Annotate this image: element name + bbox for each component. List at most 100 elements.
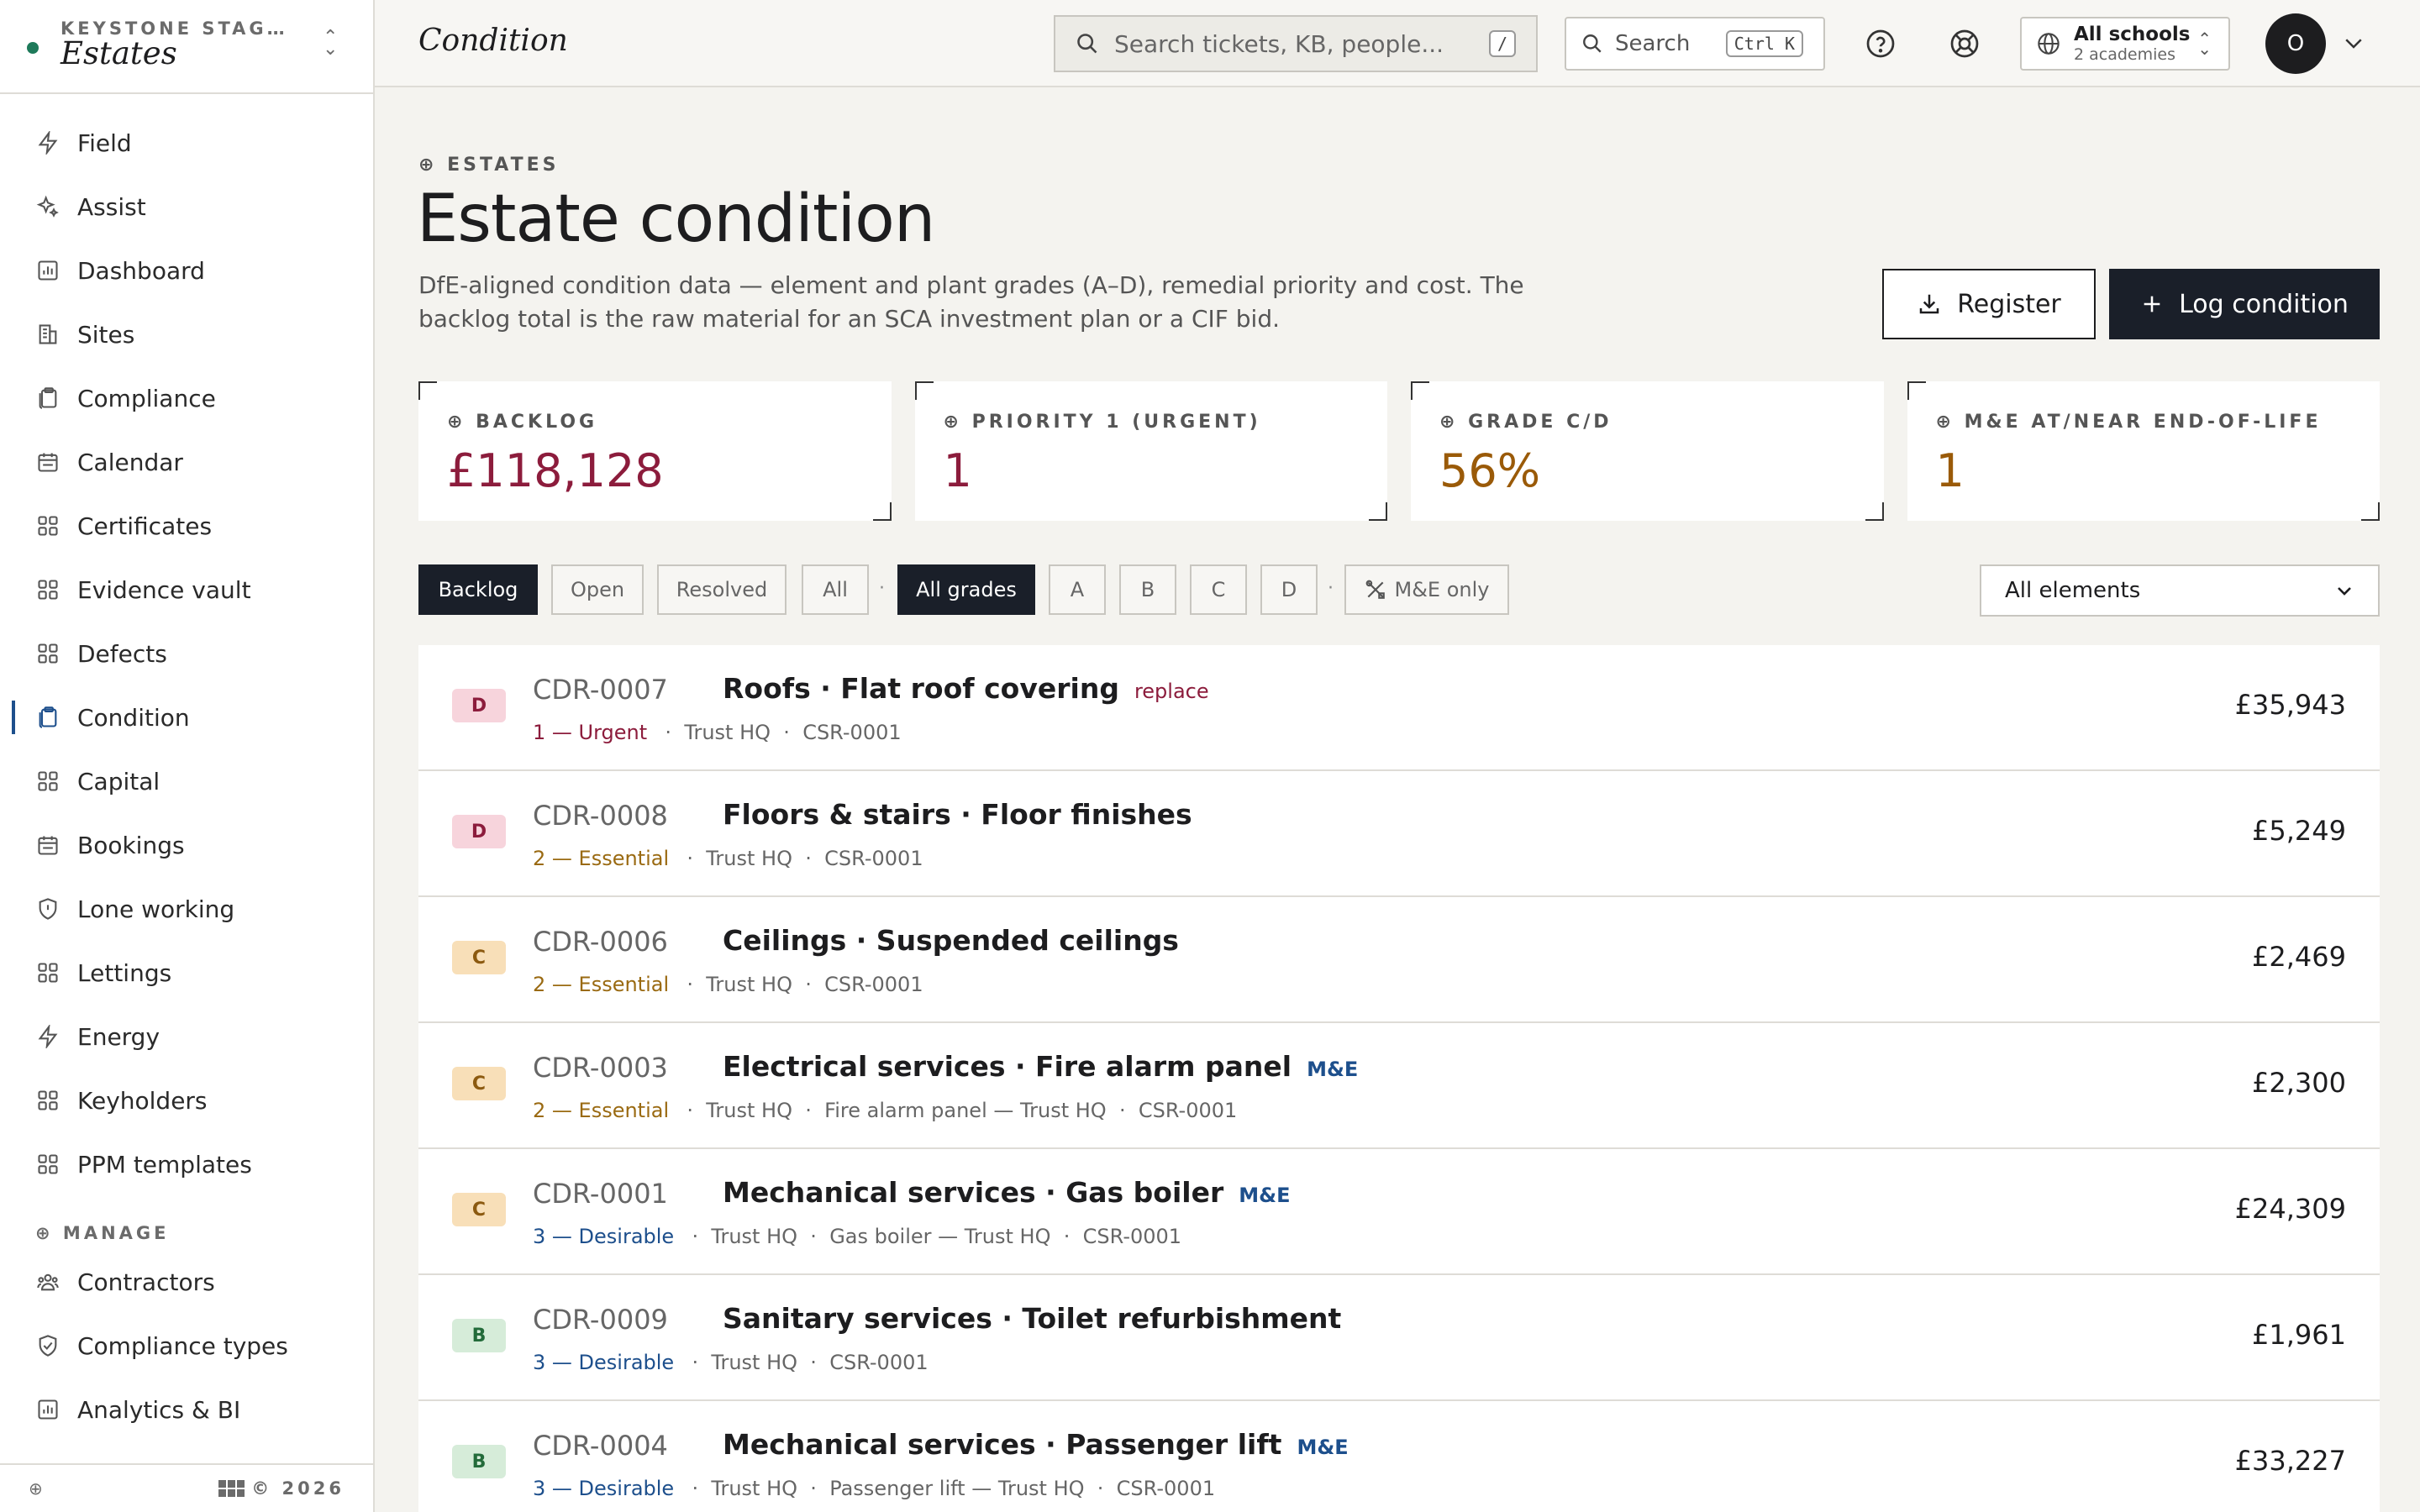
row-tag: M&E xyxy=(1297,1436,1349,1459)
sidebar-item-assist[interactable]: Assist xyxy=(0,175,373,239)
support-lifebuoy-icon[interactable] xyxy=(1946,25,1983,62)
stat-label: ⊕ M&E AT/NEAR END-OF-LIFE xyxy=(1935,412,2322,433)
sidebar-item-label: Field xyxy=(77,129,132,157)
sidebar-item-lone-working[interactable]: Lone working xyxy=(0,877,373,941)
sidebar-item-dashboard[interactable]: Dashboard xyxy=(0,239,373,302)
chart-icon xyxy=(35,1397,60,1422)
scope-title: All schools xyxy=(2074,24,2191,45)
sidebar-item-energy[interactable]: Energy xyxy=(0,1005,373,1068)
filter-separator: · xyxy=(879,578,885,599)
command-shortcut: Ctrl K xyxy=(1725,30,1803,57)
sidebar-item-keyholders[interactable]: Keyholders xyxy=(0,1068,373,1132)
shield-icon xyxy=(35,896,60,921)
priority-label: 1 — Urgent xyxy=(533,721,648,744)
sidebar-item-bookings[interactable]: Bookings xyxy=(0,813,373,877)
sidebar-item-ppm-templates[interactable]: PPM templates xyxy=(0,1132,373,1196)
filter-grade-all[interactable]: All grades xyxy=(897,564,1035,615)
table-row[interactable]: C CDR-0006 Ceilings · Suspended ceilings 2 … xyxy=(418,897,2380,1023)
sidebar-item-compliance[interactable]: Compliance xyxy=(0,366,373,430)
command-search-button[interactable]: Search Ctrl K xyxy=(1565,17,1825,71)
row-cost: £1,961 xyxy=(2252,1319,2346,1351)
row-meta: CSR-0001 xyxy=(802,721,902,744)
filter-grade-b[interactable]: B xyxy=(1119,564,1176,615)
table-row[interactable]: D CDR-0007 Roofs · Flat roof covering repla… xyxy=(418,645,2380,771)
sidebar-item-capital[interactable]: Capital xyxy=(0,749,373,813)
grade-badge: C xyxy=(452,1067,506,1100)
chevron-down-icon xyxy=(2338,587,2351,596)
filter-status-backlog[interactable]: Backlog xyxy=(418,564,538,615)
row-meta: Trust HQ xyxy=(706,1099,792,1122)
row-id: CDR-0003 xyxy=(533,1052,668,1084)
logo-grid-icon xyxy=(218,1480,245,1497)
filter-grade-a[interactable]: A xyxy=(1049,564,1106,615)
help-icon[interactable] xyxy=(1862,25,1899,62)
global-search-input[interactable]: Search tickets, KB, people... / xyxy=(1054,15,1538,72)
table-row[interactable]: D CDR-0008 Floors & stairs · Floor finishe… xyxy=(418,771,2380,897)
stat-card-m-e-at-near-end-of-life: ⊕ M&E AT/NEAR END-OF-LIFE 1 xyxy=(1907,381,2380,521)
sidebar-item-evidence-vault[interactable]: Evidence vault xyxy=(0,558,373,622)
grade-badge: B xyxy=(452,1445,506,1478)
sidebar-nav: Field Assist Dashboard Sites Compliance Calen… xyxy=(0,111,373,1441)
table-row[interactable]: C CDR-0001 Mechanical services · Gas boile… xyxy=(418,1149,2380,1275)
row-id: CDR-0009 xyxy=(533,1304,668,1336)
stat-cards: ⊕ BACKLOG £118,128 ⊕ PRIORITY 1 (URGENT) 1 ⊕… xyxy=(418,381,2380,521)
meta-separator: · xyxy=(792,1099,825,1122)
sidebar-item-compliance-types[interactable]: Compliance types xyxy=(0,1314,373,1378)
row-meta: Trust HQ xyxy=(684,721,771,744)
globe-icon: ⊕ xyxy=(29,1478,43,1499)
filter-status-resolved[interactable]: Resolved xyxy=(657,564,786,615)
sidebar-item-lettings[interactable]: Lettings xyxy=(0,941,373,1005)
row-meta: Trust HQ xyxy=(706,847,792,870)
sidebar-item-analytics-bi[interactable]: Analytics & BI xyxy=(0,1378,373,1441)
row-tag: M&E xyxy=(1307,1058,1359,1081)
calendar-icon xyxy=(35,832,60,858)
sidebar-item-certificates[interactable]: Certificates xyxy=(0,494,373,558)
row-meta: Gas boiler — Trust HQ xyxy=(829,1225,1051,1248)
chevron-down-icon[interactable] xyxy=(2341,30,2366,59)
row-title-text: Mechanical services · Passenger lift xyxy=(723,1428,1282,1461)
meta-separator: · xyxy=(674,847,707,870)
sidebar-item-label: Analytics & BI xyxy=(77,1395,241,1424)
sidebar-item-calendar[interactable]: Calendar xyxy=(0,430,373,494)
log-condition-button[interactable]: Log condition xyxy=(2109,269,2380,339)
element-filter-select[interactable]: All elements xyxy=(1980,564,2380,617)
search-shortcut: / xyxy=(1488,30,1516,57)
filter-me-only[interactable]: M&E only xyxy=(1344,564,1509,615)
row-id: CDR-0006 xyxy=(533,926,668,958)
bolt-icon xyxy=(35,1024,60,1049)
table-row[interactable]: B CDR-0009 Sanitary services · Toilet refu… xyxy=(418,1275,2380,1401)
workspace-switcher[interactable]: KEYSTONE STAG… Estates ⌃ ⌄ xyxy=(0,0,373,94)
meta-separator: · xyxy=(679,1225,712,1248)
table-row[interactable]: C CDR-0003 Electrical services · Fire alar… xyxy=(418,1023,2380,1149)
school-scope-select[interactable]: All schools 2 academies ⌃ ⌄ xyxy=(2020,17,2230,71)
download-icon xyxy=(1919,294,1939,314)
grid-icon xyxy=(35,960,60,985)
chevron-updown-icon[interactable]: ⌃ ⌄ xyxy=(323,29,338,59)
sidebar-item-defects[interactable]: Defects xyxy=(0,622,373,685)
priority-label: 2 — Essential xyxy=(533,973,670,996)
row-cost: £24,309 xyxy=(2234,1193,2346,1225)
register-button[interactable]: Register xyxy=(1882,269,2096,339)
stat-label-text: PRIORITY 1 (URGENT) xyxy=(971,412,1261,433)
stat-card-priority-1-urgent: ⊕ PRIORITY 1 (URGENT) 1 xyxy=(914,381,1387,521)
command-search-label: Search xyxy=(1615,31,1691,56)
filter-status-open[interactable]: Open xyxy=(551,564,644,615)
filter-grade-d[interactable]: D xyxy=(1260,564,1318,615)
table-row[interactable]: B CDR-0004 Mechanical services · Passenger… xyxy=(418,1401,2380,1512)
grid-icon xyxy=(35,769,60,794)
main-content: ⊕ ESTATES Estate condition DfE-aligned c… xyxy=(375,89,2420,1512)
sidebar-item-label: Contractors xyxy=(77,1268,215,1296)
sidebar-item-label: Assist xyxy=(77,192,146,221)
sidebar-item-condition[interactable]: Condition xyxy=(0,685,373,749)
filter-grade-c[interactable]: C xyxy=(1190,564,1247,615)
filter-status-all[interactable]: All xyxy=(802,564,869,615)
stat-value: 1 xyxy=(1935,444,1965,497)
row-meta-line: 3 — Desirable · Trust HQ · Passenger lif… xyxy=(533,1477,1215,1500)
stat-label-text: BACKLOG xyxy=(476,412,598,433)
sidebar-item-field[interactable]: Field xyxy=(0,111,373,175)
row-meta-line: 1 — Urgent · Trust HQ · CSR-0001 xyxy=(533,721,902,744)
sidebar-item-contractors[interactable]: Contractors xyxy=(0,1250,373,1314)
sidebar-item-sites[interactable]: Sites xyxy=(0,302,373,366)
avatar[interactable]: O xyxy=(2265,13,2326,74)
row-meta: CSR-0001 xyxy=(824,973,923,996)
